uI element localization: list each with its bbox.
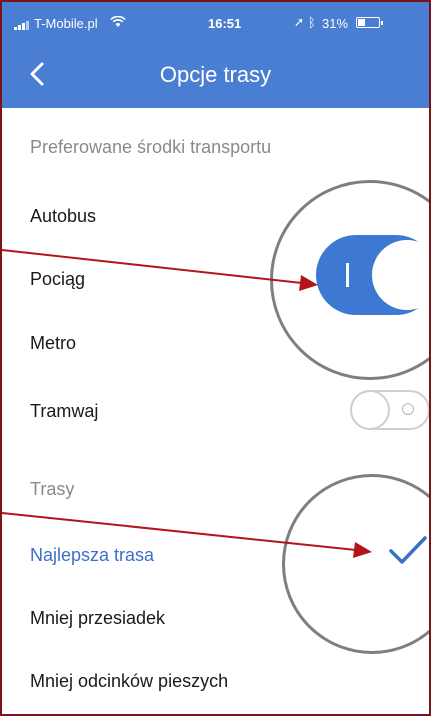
tramwaj-toggle-off[interactable] xyxy=(350,390,429,430)
battery-percent: 31% xyxy=(322,16,349,31)
row-label: Mniej przesiadek xyxy=(30,608,166,628)
wifi-icon xyxy=(110,15,126,31)
row-label: Mniej odcinków pieszych xyxy=(30,671,229,691)
section-header-transport: Preferowane środki transportu xyxy=(30,137,272,157)
row-label: Pociąg xyxy=(30,269,86,289)
row-label: Tramwaj xyxy=(30,401,99,421)
row-label: Metro xyxy=(30,333,77,353)
nav-bar: Opcje trasy xyxy=(2,42,429,108)
row-label: Autobus xyxy=(30,206,97,226)
app-header: T-Mobile.pl 16:51 ➚ ᛒ 31% Opcje trasy xyxy=(2,2,429,108)
route-row-less-walking[interactable]: Mniej odcinków pieszych xyxy=(2,653,429,711)
status-time: 16:51 xyxy=(208,16,242,31)
checkmark-icon xyxy=(389,536,427,564)
status-bar: T-Mobile.pl 16:51 ➚ ᛒ 31% xyxy=(2,2,429,42)
page-title: Opcje trasy xyxy=(159,62,272,87)
location-arrow-icon: ➚ xyxy=(294,15,305,29)
carrier-name: T-Mobile.pl xyxy=(34,16,98,31)
section-header-routes: Trasy xyxy=(30,479,75,499)
signal-icon xyxy=(14,19,32,30)
row-label: Najlepsza trasa xyxy=(30,545,155,565)
bluetooth-icon: ᛒ xyxy=(308,15,316,30)
battery-icon xyxy=(356,17,383,28)
phone-screen: T-Mobile.pl 16:51 ➚ ᛒ 31% Opcje trasy Pr… xyxy=(0,0,431,716)
